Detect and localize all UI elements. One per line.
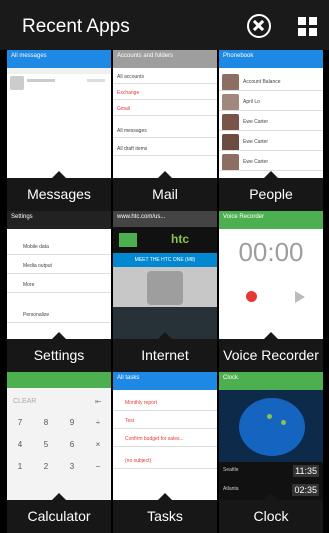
tasks-toolbar: All tasks: [113, 372, 217, 390]
app-label-people: People: [219, 171, 323, 211]
app-label-clock: Clock: [219, 493, 323, 533]
calc-clear[interactable]: CLEAR: [13, 398, 36, 405]
calc-key[interactable]: 9: [61, 418, 83, 427]
task-row: (no subject): [113, 454, 217, 469]
app-card-clock[interactable]: Clock Seattle 11:35 Atlanta 02:35 Clock: [219, 372, 323, 533]
mail-toolbar-title: Accounts and folders: [117, 53, 174, 59]
recorder-timer: 00:00: [238, 237, 304, 267]
settings-toolbar: Settings: [7, 211, 111, 229]
mail-row: All accounts: [113, 70, 217, 84]
internet-url-bar: www.htc.com/us...: [113, 211, 217, 227]
messages-toolbar: All messages: [7, 50, 111, 68]
close-all-icon[interactable]: [247, 14, 271, 38]
calc-minus[interactable]: −: [87, 462, 109, 471]
internet-url: www.htc.com/us...: [117, 214, 166, 220]
calc-key[interactable]: 3: [61, 462, 83, 471]
recent-apps-header: Recent Apps: [0, 0, 329, 50]
app-label-messages: Messages: [7, 171, 111, 211]
app-label-calculator: Calculator: [7, 493, 111, 533]
page-title: Recent Apps: [22, 16, 130, 37]
record-icon[interactable]: [246, 291, 257, 302]
mail-toolbar: Accounts and folders: [113, 50, 217, 68]
task-row: Confirm budget for sales...: [113, 432, 217, 447]
voice-toolbar: Voice Recorder: [219, 211, 323, 229]
app-card-messages[interactable]: All messages Messages: [7, 50, 111, 211]
contact-row: Ewe Carter: [219, 154, 323, 171]
mail-row: All messages: [113, 124, 217, 138]
app-card-voice-recorder[interactable]: Voice Recorder 00:00 Voice Recorder: [219, 211, 323, 372]
promo-banner: MEET THE HTC ONE (M8): [113, 253, 217, 267]
app-label-settings: Settings: [7, 332, 111, 372]
calc-key[interactable]: 5: [35, 440, 57, 449]
calc-key[interactable]: 2: [35, 462, 57, 471]
clock-time: 02:35: [292, 484, 319, 496]
app-card-settings[interactable]: Settings Mobile data Media output More P…: [7, 211, 111, 372]
app-label-tasks: Tasks: [113, 493, 217, 533]
app-card-mail[interactable]: Accounts and folders All accounts Exchan…: [113, 50, 217, 211]
calc-key[interactable]: 1: [9, 462, 31, 471]
people-toolbar: Phonebook: [219, 50, 323, 68]
play-icon[interactable]: [295, 291, 305, 303]
clock-time: 11:35: [293, 465, 319, 477]
phone-image: [113, 267, 217, 307]
messages-toolbar-title: All messages: [11, 53, 47, 59]
htc-header: htc: [113, 227, 217, 253]
app-card-tasks[interactable]: All tasks Monthly report Test Confirm bu…: [113, 372, 217, 533]
task-row: Monthly report: [113, 396, 217, 411]
contact-row: Ewe Carter: [219, 114, 323, 131]
mail-row: All draft items: [113, 142, 217, 156]
settings-row: Personalize: [7, 307, 111, 323]
settings-row: Mobile data: [7, 239, 111, 255]
app-card-people[interactable]: Phonebook Account Balance April Lo Ewe C…: [219, 50, 323, 211]
clock-toolbar: Clock: [219, 372, 323, 390]
backspace-icon[interactable]: ⇤: [95, 397, 102, 406]
mail-row: Exchange: [113, 86, 217, 100]
calc-multiply[interactable]: ×: [87, 440, 109, 449]
calc-key[interactable]: 8: [35, 418, 57, 427]
htc-logo: htc: [171, 232, 189, 246]
calc-key[interactable]: 7: [9, 418, 31, 427]
settings-row: More: [7, 277, 111, 293]
avatar: [10, 76, 24, 90]
clock-city: Atlanta: [223, 486, 239, 492]
calc-key[interactable]: 4: [9, 440, 31, 449]
people-toolbar-title: Phonebook: [223, 53, 254, 59]
calc-key[interactable]: 6: [61, 440, 83, 449]
calc-divide[interactable]: ÷: [87, 418, 109, 427]
app-label-voice-recorder: Voice Recorder: [219, 332, 323, 372]
tasks-toolbar-title: All tasks: [117, 375, 140, 381]
settings-row: Media output: [7, 258, 111, 274]
contact-row: Account Balance: [219, 74, 323, 91]
grid-view-icon[interactable]: [298, 17, 318, 37]
recent-apps-grid: All messages Messages Accounts and folde…: [7, 50, 323, 533]
app-card-calculator[interactable]: CLEAR ⇤ 7 8 9 ÷ 4 5 6 × 1 2 3 − Calculat…: [7, 372, 111, 533]
contact-row: April Lo: [219, 94, 323, 111]
task-row: Test: [113, 414, 217, 429]
contact-row: Ewe Carter: [219, 134, 323, 151]
app-card-internet[interactable]: www.htc.com/us... htc MEET THE HTC ONE (…: [113, 211, 217, 372]
clock-city: Seattle: [223, 467, 239, 473]
world-map: [219, 390, 323, 462]
clock-toolbar-title: Clock: [223, 375, 239, 381]
voice-toolbar-title: Voice Recorder: [223, 214, 265, 220]
settings-toolbar-title: Settings: [11, 214, 33, 220]
app-label-mail: Mail: [113, 171, 217, 211]
mail-row: Gmail: [113, 102, 217, 116]
app-label-internet: Internet: [113, 332, 217, 372]
